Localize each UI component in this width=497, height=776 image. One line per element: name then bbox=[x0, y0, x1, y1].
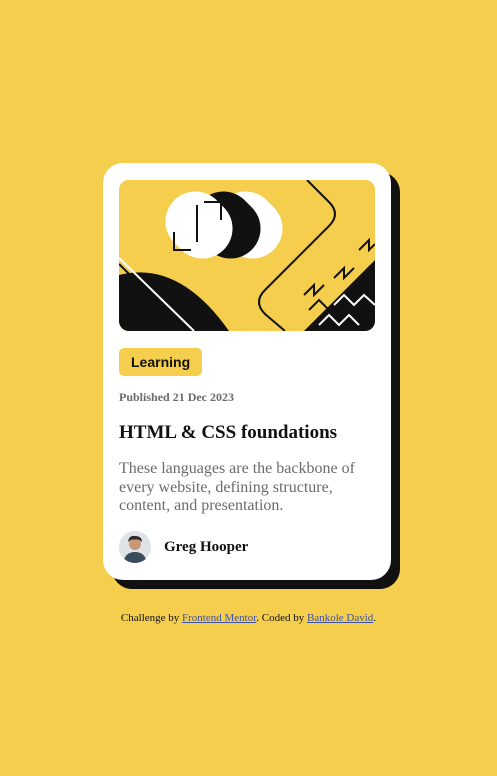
frontend-mentor-link[interactable]: Frontend Mentor bbox=[182, 612, 256, 624]
author: Greg Hooper bbox=[119, 531, 248, 563]
card-description: These languages are the backbone of ever… bbox=[119, 460, 355, 514]
hero-illustration bbox=[119, 180, 375, 331]
published-date: Published 21 Dec 2023 bbox=[119, 390, 235, 404]
attribution: Challenge by Frontend Mentor. Coded by B… bbox=[0, 612, 497, 624]
avatar bbox=[119, 531, 151, 563]
card-title[interactable]: HTML & CSS foundations bbox=[119, 422, 375, 444]
blog-preview-card: Learning Published 21 Dec 2023 HTML & CS… bbox=[103, 163, 391, 580]
attribution-suffix: . bbox=[373, 612, 377, 624]
category-tag: Learning bbox=[119, 348, 203, 376]
attribution-middle: . Coded by bbox=[256, 612, 308, 624]
attribution-prefix: Challenge by bbox=[120, 612, 183, 624]
author-link[interactable]: Bankole David bbox=[307, 612, 373, 624]
author-name: Greg Hooper bbox=[164, 538, 249, 555]
